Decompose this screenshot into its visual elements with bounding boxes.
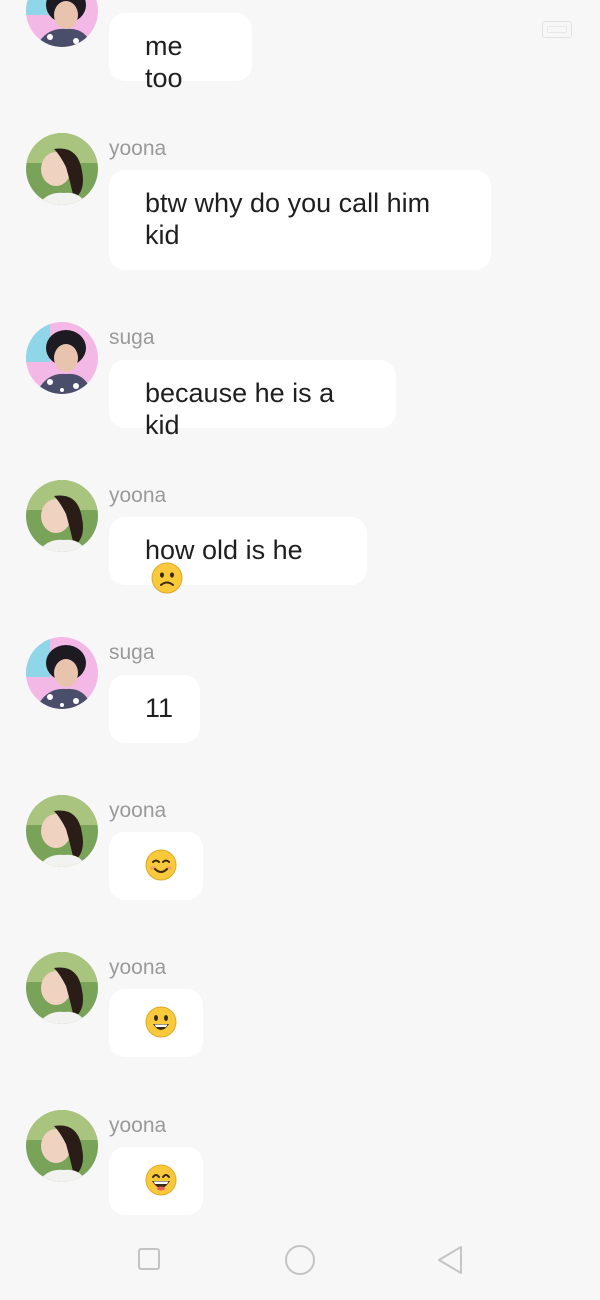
message-bubble[interactable]: 11 xyxy=(109,675,200,743)
sender-name: yoona xyxy=(109,137,167,160)
suga-avatar[interactable] xyxy=(26,0,98,47)
message-bubble[interactable] xyxy=(109,1147,203,1215)
grinning-face-emoji xyxy=(145,1006,177,1045)
yoona-avatar[interactable] xyxy=(26,133,98,205)
message-bubble[interactable] xyxy=(109,832,203,900)
message-text: 11 xyxy=(145,693,174,723)
message-text: btw why do you call him kid xyxy=(145,188,431,250)
message-bubble[interactable] xyxy=(109,989,203,1057)
sender-name: yoona xyxy=(109,1114,167,1137)
message-bubble[interactable]: how old is he xyxy=(109,517,367,594)
sender-name: yoona xyxy=(109,484,167,507)
battery-icon xyxy=(542,21,572,38)
yoona-avatar[interactable] xyxy=(26,480,98,552)
slightly-frowning-face-emoji xyxy=(151,562,183,601)
message-bubble[interactable]: because he is a kid xyxy=(109,360,396,440)
message-bubble[interactable]: btw why do you call him kid xyxy=(109,170,491,270)
circle-icon[interactable] xyxy=(285,1245,315,1275)
suga-avatar[interactable] xyxy=(26,637,98,709)
sender-name: suga xyxy=(109,641,155,664)
smiling-face-emoji xyxy=(145,849,177,888)
yoona-avatar[interactable] xyxy=(26,795,98,867)
message-text: because he is a kid xyxy=(145,378,335,440)
sender-name: yoona xyxy=(109,956,167,979)
grinning-smiling-eyes-emoji xyxy=(145,1164,177,1203)
square-icon[interactable] xyxy=(138,1248,160,1270)
message-bubble[interactable]: me too xyxy=(109,13,252,93)
message-text: me too xyxy=(145,31,183,93)
chat-screen: me too yoona btw why do you call him kid xyxy=(0,0,600,1300)
suga-avatar[interactable] xyxy=(26,322,98,394)
system-navigation-bar xyxy=(0,1218,600,1300)
sender-name: yoona xyxy=(109,799,167,822)
yoona-avatar[interactable] xyxy=(26,952,98,1024)
sender-name: suga xyxy=(109,326,155,349)
back-triangle-icon[interactable] xyxy=(436,1244,464,1281)
yoona-avatar[interactable] xyxy=(26,1110,98,1182)
message-text: how old is he xyxy=(145,535,303,565)
